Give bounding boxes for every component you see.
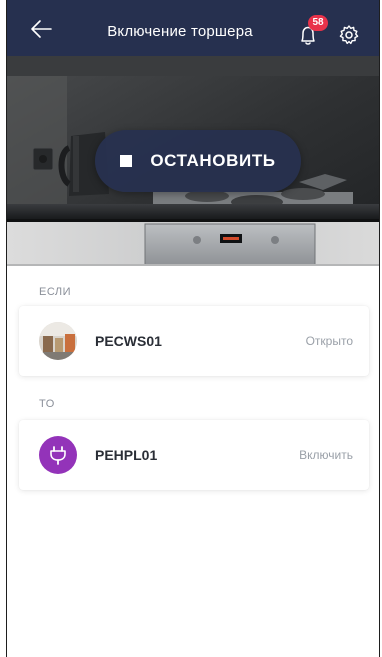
- top-bar: Включение торшера 58: [7, 0, 379, 56]
- arrow-left-icon: [31, 20, 52, 38]
- page-title: Включение торшера: [107, 23, 253, 40]
- plug-icon: [50, 446, 66, 465]
- camera-thumbnail-image: [39, 322, 77, 360]
- camera-snapshot: ОСТАНОВИТЬ: [7, 56, 379, 266]
- notification-count-badge: 58: [308, 15, 328, 31]
- if-device-card[interactable]: PECWS01 Открыто: [19, 306, 369, 376]
- then-device-name: PEHPL01: [95, 447, 158, 463]
- if-device-name: PECWS01: [95, 333, 162, 349]
- back-button[interactable]: [29, 18, 55, 40]
- camera-thumbnail: [39, 322, 77, 360]
- stop-button-label: ОСТАНОВИТЬ: [150, 151, 276, 170]
- then-section-label: ТО: [39, 398, 55, 410]
- then-device-action: Включить: [299, 448, 353, 462]
- stop-button[interactable]: ОСТАНОВИТЬ: [95, 130, 301, 192]
- app-screen: Включение торшера 58 ОСТАНОВИТЬ ЕСЛИ PEC…: [6, 0, 380, 657]
- plug-avatar: [39, 436, 77, 474]
- then-device-card[interactable]: PEHPL01 Включить: [19, 420, 369, 490]
- stop-square-icon: [120, 155, 133, 167]
- gear-icon: [339, 25, 359, 45]
- if-section-label: ЕСЛИ: [39, 286, 72, 298]
- if-device-status: Открыто: [305, 334, 353, 348]
- settings-button[interactable]: [338, 24, 360, 46]
